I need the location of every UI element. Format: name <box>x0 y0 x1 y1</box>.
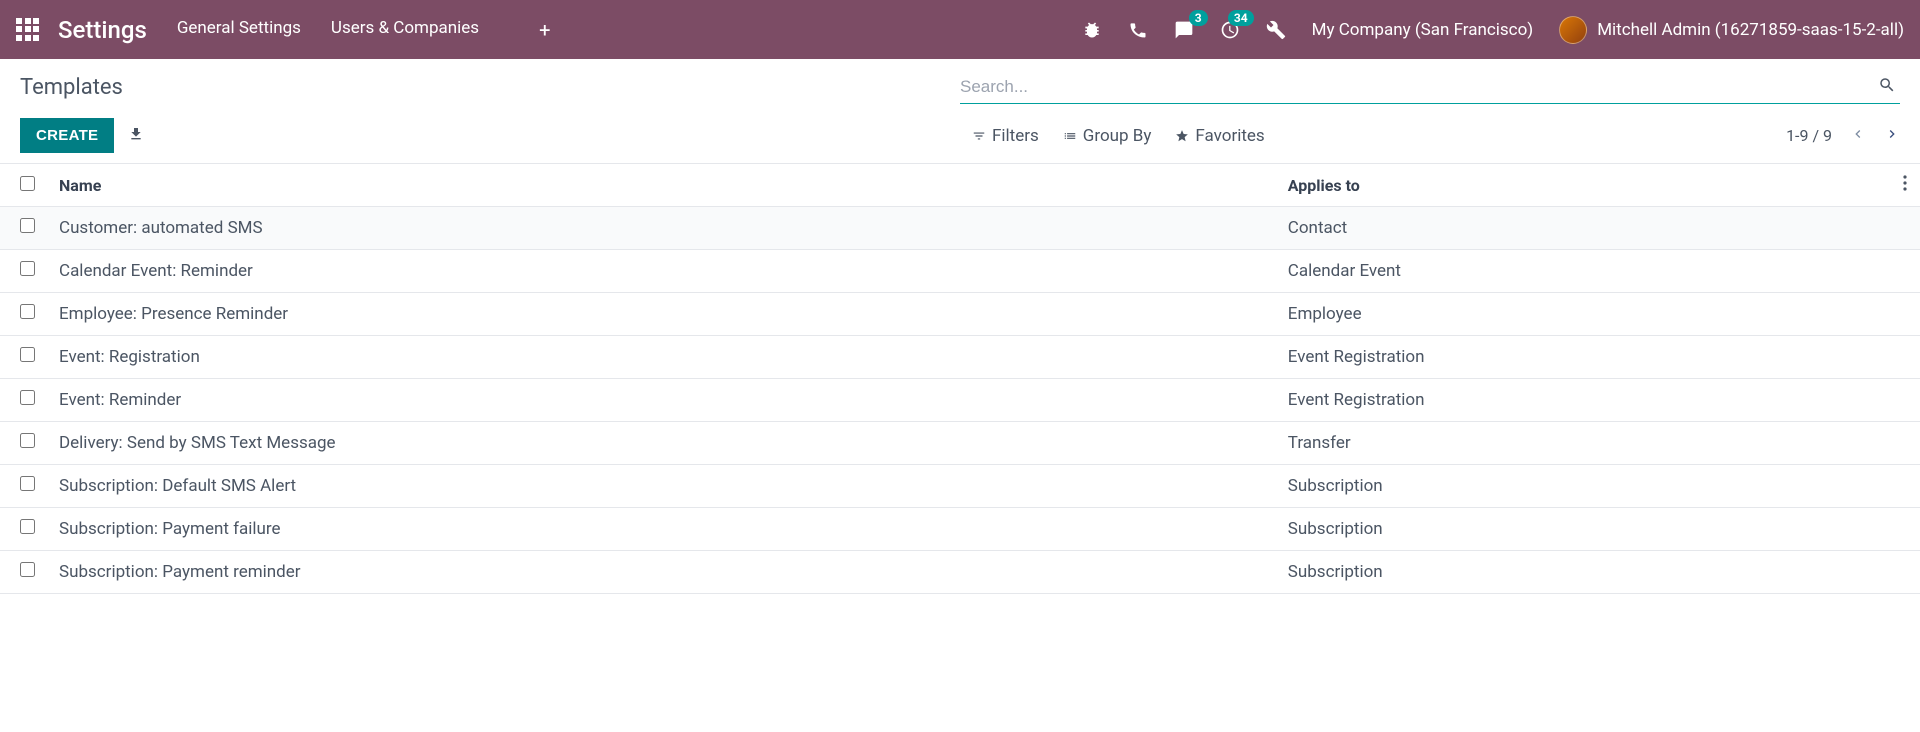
cell-applies-to: Subscription <box>1276 551 1890 594</box>
col-header-name[interactable]: Name <box>47 164 1276 207</box>
app-title[interactable]: Settings <box>58 16 147 44</box>
messaging-badge: 3 <box>1189 10 1208 26</box>
table-row[interactable]: Calendar Event: ReminderCalendar Event <box>0 250 1920 293</box>
row-checkbox[interactable] <box>20 304 35 319</box>
menu-add-icon[interactable]: + <box>539 18 550 42</box>
tools-icon[interactable] <box>1266 20 1286 40</box>
table-row[interactable]: Subscription: Payment failureSubscriptio… <box>0 508 1920 551</box>
create-button[interactable]: CREATE <box>20 118 114 153</box>
row-checkbox[interactable] <box>20 476 35 491</box>
table-row[interactable]: Subscription: Default SMS AlertSubscript… <box>0 465 1920 508</box>
table-row[interactable]: Subscription: Payment reminderSubscripti… <box>0 551 1920 594</box>
row-checkbox[interactable] <box>20 433 35 448</box>
cell-name: Delivery: Send by SMS Text Message <box>47 422 1276 465</box>
row-checkbox[interactable] <box>20 218 35 233</box>
favorites-button[interactable]: Favorites <box>1175 126 1264 146</box>
nav-right: 3 34 My Company (San Francisco) Mitchell… <box>1082 16 1904 44</box>
table-row[interactable]: Customer: automated SMSContact <box>0 207 1920 250</box>
row-checkbox[interactable] <box>20 261 35 276</box>
cell-name: Subscription: Payment failure <box>47 508 1276 551</box>
groupby-label: Group By <box>1083 126 1152 146</box>
chevron-left-icon <box>1850 126 1866 142</box>
search-input[interactable] <box>960 71 1874 103</box>
cell-applies-to: Contact <box>1276 207 1890 250</box>
cell-name: Subscription: Payment reminder <box>47 551 1276 594</box>
filters-label: Filters <box>992 126 1039 146</box>
cell-name: Employee: Presence Reminder <box>47 293 1276 336</box>
pager-next[interactable] <box>1884 126 1900 146</box>
apps-icon[interactable] <box>16 18 40 42</box>
table-row[interactable]: Event: RegistrationEvent Registration <box>0 336 1920 379</box>
cell-applies-to: Employee <box>1276 293 1890 336</box>
nav-menu: General Settings Users & Companies + <box>177 18 551 42</box>
row-checkbox[interactable] <box>20 562 35 577</box>
messaging-icon[interactable]: 3 <box>1174 20 1194 40</box>
cell-applies-to: Subscription <box>1276 508 1890 551</box>
user-menu[interactable]: Mitchell Admin (16271859-saas-15-2-all) <box>1559 16 1904 44</box>
pager-text[interactable]: 1-9 / 9 <box>1786 126 1832 145</box>
star-icon <box>1175 129 1189 143</box>
row-checkbox[interactable] <box>20 347 35 362</box>
cell-name: Customer: automated SMS <box>47 207 1276 250</box>
cell-applies-to: Calendar Event <box>1276 250 1890 293</box>
table-row[interactable]: Employee: Presence ReminderEmployee <box>0 293 1920 336</box>
cell-name: Event: Reminder <box>47 379 1276 422</box>
menu-general-settings[interactable]: General Settings <box>177 18 301 42</box>
pager-prev[interactable] <box>1850 126 1866 146</box>
import-button[interactable] <box>128 126 144 146</box>
user-name: Mitchell Admin (16271859-saas-15-2-all) <box>1597 20 1904 40</box>
row-checkbox[interactable] <box>20 519 35 534</box>
cell-name: Event: Registration <box>47 336 1276 379</box>
activities-badge: 34 <box>1228 10 1254 26</box>
table-row[interactable]: Delivery: Send by SMS Text MessageTransf… <box>0 422 1920 465</box>
filters-button[interactable]: Filters <box>972 126 1039 146</box>
cell-applies-to: Event Registration <box>1276 336 1890 379</box>
company-switch[interactable]: My Company (San Francisco) <box>1312 20 1534 40</box>
main-navbar: Settings General Settings Users & Compan… <box>0 0 1920 59</box>
favorites-label: Favorites <box>1195 126 1264 146</box>
list-icon <box>1063 129 1077 143</box>
cell-name: Subscription: Default SMS Alert <box>47 465 1276 508</box>
phone-icon[interactable] <box>1128 20 1148 40</box>
funnel-icon <box>972 129 986 143</box>
activities-icon[interactable]: 34 <box>1220 20 1240 40</box>
cell-name: Calendar Event: Reminder <box>47 250 1276 293</box>
avatar <box>1559 16 1587 44</box>
select-all-checkbox[interactable] <box>20 176 35 191</box>
list-view: Name Applies to Customer: automated SMSC… <box>0 163 1920 594</box>
cell-applies-to: Subscription <box>1276 465 1890 508</box>
table-row[interactable]: Event: ReminderEvent Registration <box>0 379 1920 422</box>
search-bar <box>960 71 1900 104</box>
row-checkbox[interactable] <box>20 390 35 405</box>
col-header-applies-to[interactable]: Applies to <box>1276 164 1890 207</box>
control-panel: Templates CREATE Filters Group By <box>0 59 1920 163</box>
debug-icon[interactable] <box>1082 20 1102 40</box>
search-icon[interactable] <box>1874 72 1900 102</box>
cell-applies-to: Transfer <box>1276 422 1890 465</box>
breadcrumb: Templates <box>20 75 960 100</box>
groupby-button[interactable]: Group By <box>1063 126 1152 146</box>
cell-applies-to: Event Registration <box>1276 379 1890 422</box>
chevron-right-icon <box>1884 126 1900 142</box>
kebab-icon[interactable] <box>1903 175 1907 191</box>
menu-users-companies[interactable]: Users & Companies <box>331 18 479 42</box>
